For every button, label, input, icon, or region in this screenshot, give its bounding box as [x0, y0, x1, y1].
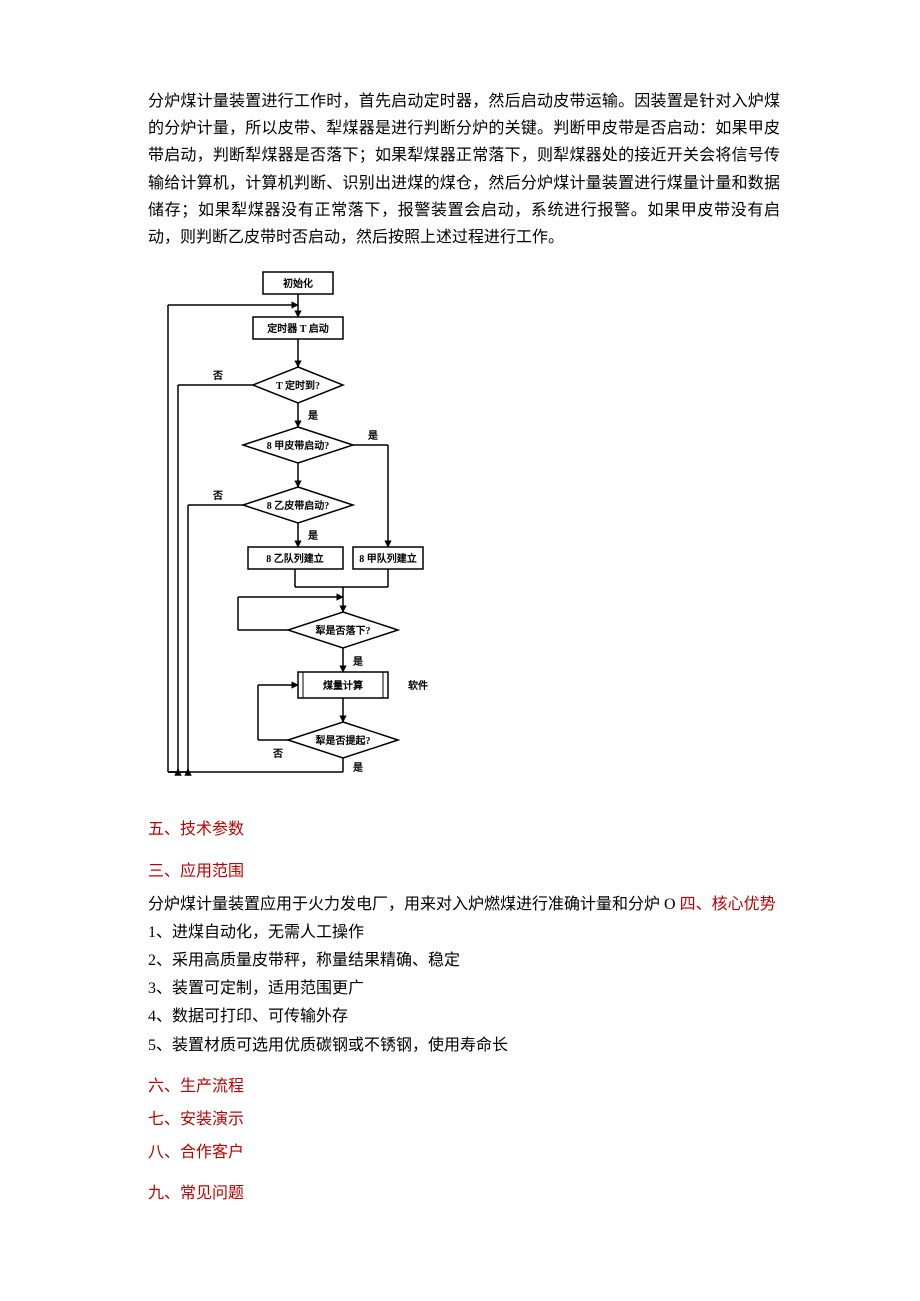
advantage-3: 3、装置可定制，适用范围更广: [148, 975, 780, 1002]
section-6-heading: 六、生产流程: [148, 1073, 780, 1100]
fc-coal-calc: 煤量计算: [323, 679, 363, 692]
section-9-heading: 九、常见问题: [148, 1180, 780, 1207]
advantage-5: 5、装置材质可选用优质碳钢或不锈钢，使用寿命长: [148, 1032, 780, 1059]
intro-paragraph: 分炉煤计量装置进行工作时，首先启动定时器，然后启动皮带运输。因装置是针对入炉煤的…: [148, 88, 780, 251]
fc-yes-1: 是: [307, 410, 318, 422]
advantage-2: 2、采用高质量皮带秤，称量结果精确、稳定: [148, 947, 780, 974]
fc-no-3: 否: [272, 748, 283, 760]
document-page: 分炉煤计量装置进行工作时，首先启动定时器，然后启动皮带运输。因装置是针对入炉煤的…: [0, 0, 920, 1301]
section-5-heading: 五、技术参数: [148, 816, 780, 843]
section-7-heading: 七、安装演示: [148, 1106, 780, 1133]
advantage-4: 4、数据可打印、可传输外存: [148, 1003, 780, 1030]
flowchart-svg: 初始化 定时器 T 启动 T 定时到? 否 是 8 甲皮带启动? 是: [148, 267, 428, 787]
section-3-body: 分炉煤计量装置应用于火力发电厂，用来对入炉燃煤进行准确计量和分炉 O: [148, 896, 680, 913]
fc-belt-jia: 8 甲皮带启动?: [267, 439, 330, 452]
fc-timer-start: 定时器 T 启动: [267, 322, 329, 335]
fc-flow-label: 软件流程图: [408, 679, 428, 692]
fc-yes-3: 是: [307, 530, 318, 542]
fc-yes-2: 是: [367, 430, 378, 442]
fc-no-2: 否: [212, 490, 223, 502]
fc-plow-up: 犁是否提起?: [316, 734, 371, 747]
flowchart-figure: 初始化 定时器 T 启动 T 定时到? 否 是 8 甲皮带启动? 是: [148, 267, 780, 796]
fc-belt-yi: 8 乙皮带启动?: [267, 499, 330, 512]
fc-queue-yi: 8 乙队列建立: [266, 552, 324, 565]
fc-plow-down: 犁是否落下?: [316, 624, 371, 637]
advantage-1: 1、进煤自动化，无需人工操作: [148, 919, 780, 946]
section-4-heading-inline: 四、核心优势: [680, 896, 776, 913]
section-8-heading: 八、合作客户: [148, 1139, 780, 1166]
section-3-heading: 三、应用范围: [148, 858, 780, 885]
section-3-text: 分炉煤计量装置应用于火力发电厂，用来对入炉燃煤进行准确计量和分炉 O 四、核心优…: [148, 891, 780, 918]
fc-yes-4: 是: [352, 656, 363, 668]
fc-no-1: 否: [212, 370, 223, 382]
fc-t-timed: T 定时到?: [276, 379, 320, 392]
fc-yes-5: 是: [352, 762, 363, 774]
fc-init: 初始化: [283, 277, 313, 290]
fc-queue-jia: 8 甲队列建立: [359, 552, 417, 565]
